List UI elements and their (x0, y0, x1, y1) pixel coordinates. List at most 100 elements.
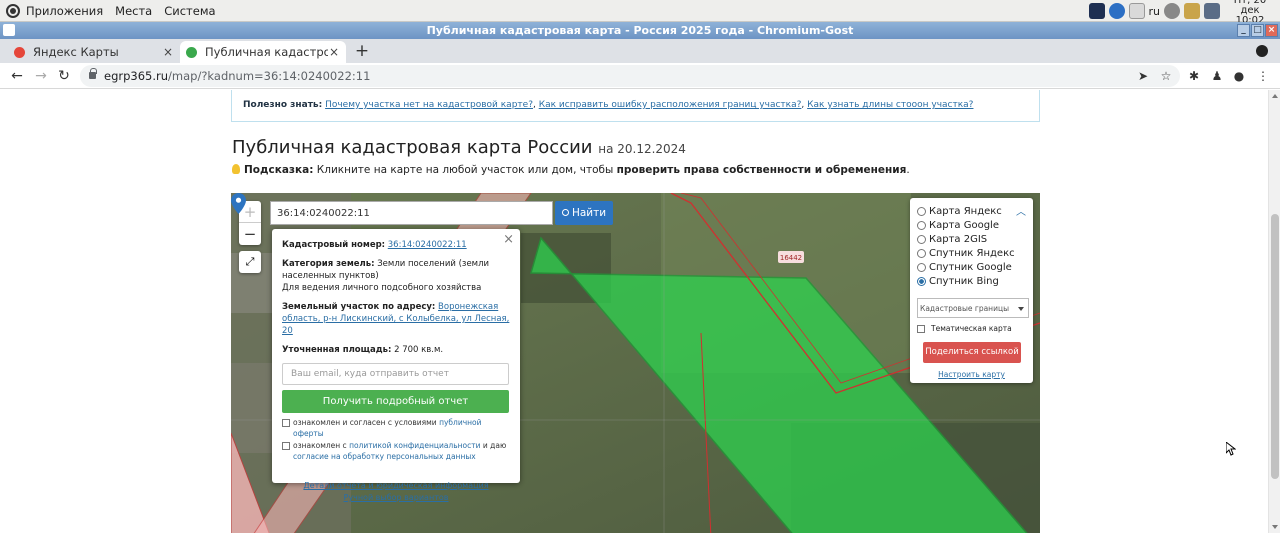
layer-option-bing-satellite[interactable]: Спутник Bing (917, 274, 1033, 288)
kadnum-row: Кадастровый номер: 36:14:0240022:11 (282, 239, 510, 251)
extensions-icon[interactable]: ✱ (1186, 69, 1202, 83)
network-icon[interactable] (1204, 3, 1220, 19)
volume-icon[interactable] (1164, 3, 1180, 19)
layer-option-yandex-satellite[interactable]: Спутник Яндекс (917, 246, 1033, 260)
system-tray: ru Пт, 20 дек 10:02 (1088, 0, 1277, 26)
minimize-button[interactable]: _ (1237, 24, 1250, 37)
tab-strip: Яндекс Карты × Публичная кадастровая к × (0, 39, 1280, 63)
url-path: /map/?kadnum=36:14:0240022:11 (168, 69, 371, 83)
page-title-text: Публичная кадастровая карта России (232, 137, 593, 158)
page-scrollbar[interactable] (1268, 90, 1280, 533)
share-link-button[interactable]: Поделиться ссылкой (923, 342, 1021, 363)
area-value: 2 700 кв.м. (394, 345, 444, 355)
hint-bold-text: проверить права собственности и обремене… (616, 164, 907, 176)
radio-button[interactable] (917, 248, 926, 258)
layer-option-google-map[interactable]: Карта Google (917, 218, 1033, 232)
layer-option-label: Карта Яндекс (929, 205, 1002, 217)
keyboard-layout-indicator[interactable]: ru (1149, 5, 1161, 18)
fullscreen-icon[interactable]: ⤢ (239, 251, 261, 273)
zoom-out-button[interactable]: − (239, 223, 261, 245)
gosuslugi-icon[interactable] (1108, 3, 1125, 19)
close-tab-icon[interactable]: × (328, 45, 340, 59)
info-link-missing-parcel[interactable]: Почему участка нет на кадастровой карте? (325, 100, 533, 110)
tab-cadastral-map[interactable]: Публичная кадастровая к × (180, 41, 346, 63)
cadastral-map[interactable]: 16442 + − ⤢ 36:14:0240022:11 Найти × Кад… (231, 193, 1040, 533)
find-button[interactable]: Найти (555, 201, 613, 225)
maximize-button[interactable]: □ (1251, 24, 1264, 37)
kadnum-label: Кадастровый номер: (282, 240, 386, 250)
profile-menu-icon[interactable] (1256, 45, 1268, 57)
mouse-cursor-icon (1226, 442, 1236, 456)
web-page: Полезно знать: Почему участка нет на кад… (0, 90, 1268, 533)
report-details-link[interactable]: Детали отчета и юридическая информация (303, 481, 488, 490)
scroll-up-arrow-icon[interactable] (1272, 94, 1278, 98)
kadnum-link[interactable]: 36:14:0240022:11 (388, 240, 467, 250)
configure-map-link[interactable]: Настроить карту (917, 370, 1033, 379)
system-logo-icon[interactable] (6, 3, 20, 18)
window-title: Публичная кадастровая карта - Россия 202… (426, 24, 854, 37)
url-domain: egrp365.ru (104, 69, 169, 83)
window-title-bar[interactable]: Публичная кадастровая карта - Россия 202… (0, 22, 1280, 39)
email-field[interactable]: Ваш email, куда отправить отчет (282, 363, 509, 385)
address-bar[interactable]: egrp365.ru/map/?kadnum=36:14:0240022:11 (80, 65, 1180, 87)
lightbulb-icon (232, 164, 240, 174)
radio-button[interactable] (917, 220, 926, 230)
manual-selection-link[interactable]: Ручной выбор вариантов (344, 493, 449, 502)
cadastral-search-input[interactable]: 36:14:0240022:11 (270, 201, 553, 225)
chevron-up-icon[interactable]: ︿ (1016, 203, 1026, 218)
extension-pin-icon[interactable]: ♟ (1209, 69, 1225, 83)
parcel-info-popup: × Кадастровый номер: 36:14:0240022:11 Ка… (272, 229, 520, 502)
map-pin-icon (14, 46, 25, 58)
get-report-button[interactable]: Получить подробный отчет (282, 390, 509, 413)
back-button[interactable]: ← (7, 66, 27, 86)
kaspersky-icon[interactable] (1088, 3, 1105, 19)
document-icon[interactable] (1128, 3, 1145, 19)
bookmark-star-icon[interactable]: ☆ (1158, 69, 1174, 83)
offer-consent-checkbox[interactable] (282, 419, 290, 427)
menu-places[interactable]: Места (109, 4, 158, 18)
privacy-consent-checkbox[interactable] (282, 442, 290, 450)
new-tab-button[interactable]: + (352, 41, 372, 61)
layer-option-google-satellite[interactable]: Спутник Google (917, 260, 1033, 274)
tab-yandex-maps[interactable]: Яндекс Карты × (8, 41, 180, 63)
menu-system[interactable]: Система (158, 4, 221, 18)
menu-applications[interactable]: Приложения (20, 4, 109, 18)
layer-option-label: Спутник Google (929, 261, 1012, 273)
offer-consent-checkbox-row: ознакомлен и согласен с условиями публич… (282, 417, 510, 439)
info-link-side-lengths[interactable]: Как узнать длины стоoон участка? (807, 100, 973, 110)
hint-text: Кликните на карте на любой участок или д… (316, 164, 614, 176)
thematic-map-checkbox-row[interactable]: Тематическая карта (917, 324, 1033, 333)
privacy-consent-text2: и даю (482, 441, 507, 450)
area-row: Уточненная площадь: 2 700 кв.м. (282, 344, 510, 356)
close-tab-icon[interactable]: × (162, 45, 174, 59)
address-row: Земельный участок по адресу: Воронежская… (282, 301, 510, 337)
forward-button[interactable]: → (31, 66, 51, 86)
map-layers-panel: ︿ Карта Яндекс Карта Google Карта 2GIS С… (910, 198, 1033, 383)
hint-end: . (906, 164, 910, 176)
close-popup-icon[interactable]: × (503, 232, 514, 247)
tab-label: Яндекс Карты (33, 45, 119, 59)
search-icon (561, 209, 569, 216)
close-window-button[interactable]: × (1265, 24, 1278, 37)
area-label: Уточненная площадь: (282, 345, 392, 355)
profile-avatar-icon[interactable]: ● (1231, 69, 1247, 83)
reload-button[interactable]: ↻ (54, 66, 74, 86)
radio-button-selected[interactable] (917, 276, 926, 286)
scroll-down-arrow-icon[interactable] (1272, 525, 1278, 529)
layer-option-2gis-map[interactable]: Карта 2GIS (917, 232, 1033, 246)
thematic-map-checkbox[interactable] (917, 324, 925, 333)
radio-button[interactable] (917, 234, 926, 244)
info-link-fix-boundary[interactable]: Как исправить ошибку расположения границ… (539, 100, 802, 110)
personal-data-consent-link[interactable]: согласие на обработку персональных данны… (293, 452, 476, 461)
overlay-select[interactable]: Кадастровые границы (917, 298, 1029, 318)
privacy-policy-link[interactable]: политикой конфиденциальности (349, 441, 480, 450)
clock-date: Пт, 20 дек (1233, 0, 1267, 16)
more-menu-icon[interactable]: ⋮ (1255, 69, 1271, 83)
layer-option-label: Карта Google (929, 219, 999, 231)
scrollbar-thumb[interactable] (1271, 214, 1279, 479)
map-marker-icon[interactable] (231, 193, 246, 214)
radio-button[interactable] (917, 262, 926, 272)
send-icon[interactable]: ➤ (1135, 69, 1151, 83)
folder-icon[interactable] (1184, 3, 1200, 19)
radio-button[interactable] (917, 206, 926, 216)
